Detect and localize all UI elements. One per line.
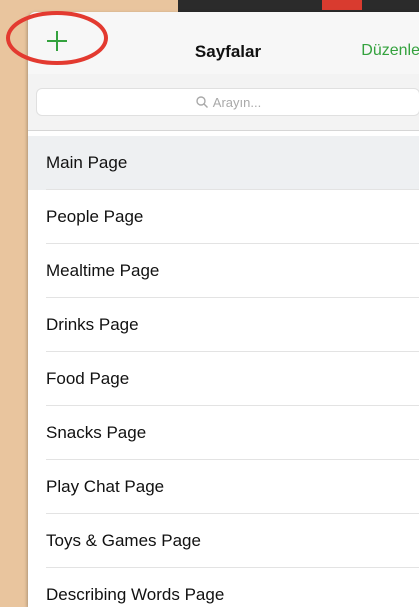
plus-icon bbox=[47, 31, 67, 51]
search-input[interactable]: Arayın... bbox=[36, 88, 419, 116]
list-item-main-page[interactable]: Main Page bbox=[28, 136, 419, 190]
list-item-toys-games-page[interactable]: Toys & Games Page bbox=[28, 514, 419, 568]
search-bar: Arayın... bbox=[28, 74, 419, 131]
list-item-people-page[interactable]: People Page bbox=[28, 190, 419, 244]
background-red-tab bbox=[322, 0, 362, 10]
search-icon bbox=[195, 95, 209, 109]
list-item-snacks-page[interactable]: Snacks Page bbox=[28, 406, 419, 460]
list-item-play-chat-page[interactable]: Play Chat Page bbox=[28, 460, 419, 514]
pages-panel: Sayfalar Düzenle Arayın... Main Page Peo… bbox=[28, 12, 419, 607]
search-placeholder: Arayın... bbox=[212, 94, 262, 110]
list-item-drinks-page[interactable]: Drinks Page bbox=[28, 298, 419, 352]
edit-button[interactable]: Düzenle bbox=[361, 42, 419, 60]
navbar: Sayfalar Düzenle bbox=[28, 12, 419, 74]
list-item-food-page[interactable]: Food Page bbox=[28, 352, 419, 406]
list-item-mealtime-page[interactable]: Mealtime Page bbox=[28, 244, 419, 298]
pages-list: Main Page People Page Mealtime Page Drin… bbox=[28, 136, 419, 607]
list-item-describing-words-page[interactable]: Describing Words Page bbox=[28, 568, 419, 607]
add-page-button[interactable] bbox=[42, 26, 72, 56]
